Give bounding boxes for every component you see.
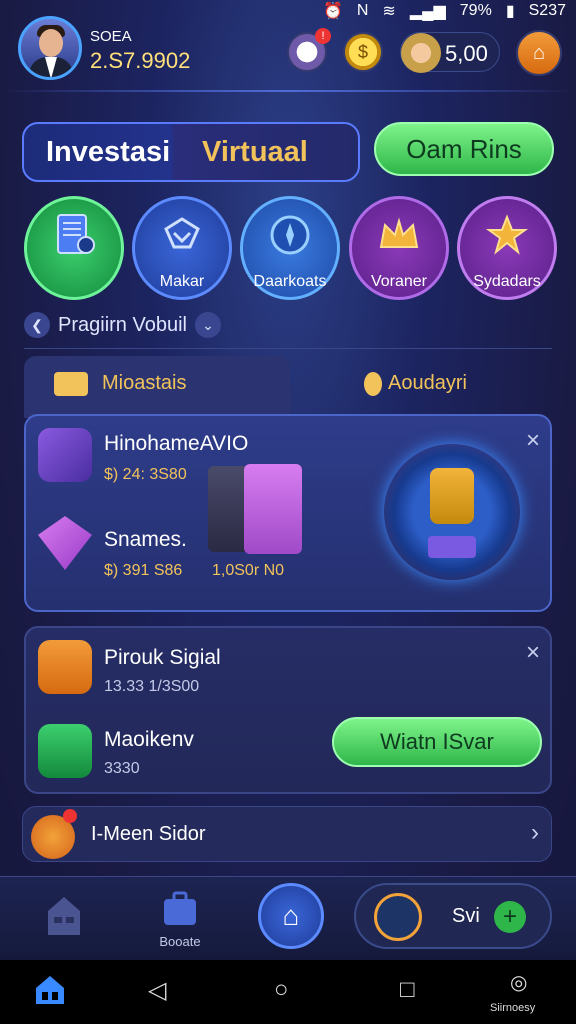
category-label: Sydadars xyxy=(473,273,541,290)
top-header: SOEA 2.S7.9902 ! $ 5,00 ⌂ xyxy=(0,14,576,90)
close-icon[interactable]: × xyxy=(522,641,544,665)
tab-label: Aoudayri xyxy=(388,372,467,394)
row-title: Pirouk Sigial xyxy=(104,646,221,669)
app-home-icon[interactable] xyxy=(34,974,66,1006)
avatar-face xyxy=(39,29,63,57)
user-name: SOEA xyxy=(90,28,132,45)
nav-pill-text: Svi xyxy=(452,905,480,927)
assistant-icon[interactable]: ◎ xyxy=(510,970,527,995)
category-makar[interactable]: Makar xyxy=(132,196,232,300)
chevron-down-icon[interactable]: ⌄ xyxy=(194,312,221,338)
home-circle-icon[interactable]: ○ xyxy=(274,976,289,1004)
menu-row[interactable]: I-Meen Sidor › xyxy=(22,806,552,862)
notification-badge: ! xyxy=(315,28,331,44)
coin-icon[interactable]: $ xyxy=(343,32,383,72)
back-icon[interactable]: ❮ xyxy=(24,312,50,338)
card-box-icon xyxy=(244,464,302,554)
title-right: Virtuaal xyxy=(202,136,308,168)
category-documents[interactable] xyxy=(24,196,124,300)
shield-icon xyxy=(364,372,382,396)
row-title: Maoikenv xyxy=(104,728,194,751)
user-balance: 2.S7.9902 xyxy=(90,48,191,73)
row-value-secondary: 1,0S0r N0 xyxy=(212,562,285,579)
row-value: $) 391 S86 xyxy=(104,562,183,579)
category-label: Daarkoats xyxy=(253,273,327,290)
sub-nav-label: Pragiirn Vobuil xyxy=(58,313,187,336)
header-divider xyxy=(0,90,576,92)
crown-icon xyxy=(379,217,419,248)
gem-icon xyxy=(38,516,92,570)
friend-avatar-icon[interactable]: ! xyxy=(287,28,331,72)
top-green-button[interactable]: Oam Rins xyxy=(374,122,554,176)
recents-square-icon[interactable]: □ xyxy=(400,976,415,1004)
tab-label: Mioastais xyxy=(102,372,187,394)
tab-aoudayri[interactable]: Aoudayri xyxy=(290,356,552,412)
close-icon[interactable]: × xyxy=(522,429,544,453)
row-title: HinohameAVIO xyxy=(104,432,249,455)
menu-label: I-Meen Sidor xyxy=(91,823,206,845)
ticket-icon xyxy=(54,372,88,396)
signal-card: × Pirouk Sigial 13.33 1/3S00 Maoikenv 33… xyxy=(24,626,552,794)
rocket-doc-icon xyxy=(38,428,92,482)
category-voraner[interactable]: Voraner xyxy=(349,196,449,300)
currency-avatar-icon xyxy=(401,33,441,73)
watch-button[interactable]: Wiatn ISvar xyxy=(332,717,542,767)
row-value: 13.33 1/3S00 xyxy=(104,678,200,695)
nav-pill[interactable]: Svi + xyxy=(354,883,552,949)
row-title: Snames. xyxy=(104,528,187,551)
compass-icon xyxy=(270,215,310,255)
back-triangle-icon[interactable]: ◁ xyxy=(148,976,166,1005)
category-sydadars[interactable]: Sydadars xyxy=(457,196,557,300)
star-icon xyxy=(485,214,529,255)
category-label: Voraner xyxy=(370,273,428,290)
home-icon[interactable]: ⌂ xyxy=(258,883,324,949)
category-daarkoats[interactable]: Daarkoats xyxy=(240,196,340,300)
title-left: Investasi xyxy=(46,136,171,168)
bottom-nav: Booate ⌂ Svi + xyxy=(0,876,576,960)
nav-home[interactable] xyxy=(44,891,84,942)
briefcase-icon xyxy=(164,891,196,925)
row-value: $) 24: 3S80 xyxy=(104,466,187,483)
chevron-right-icon: › xyxy=(531,819,539,846)
tool-icon xyxy=(374,893,422,941)
category-label: Makar xyxy=(159,273,205,290)
title-tab[interactable]: Investasi Virtuaal xyxy=(22,122,360,182)
signal-icon xyxy=(38,640,92,694)
shield-check-icon xyxy=(38,724,92,778)
home-shop-icon[interactable]: ⌂ xyxy=(516,30,562,76)
portal-character xyxy=(430,468,474,524)
portal-avatar-icon xyxy=(384,444,520,580)
tab-row: Mioastais Aoudayri xyxy=(24,356,552,418)
currency-balance-value: 5,00 xyxy=(445,41,488,66)
nav-label: Booate xyxy=(159,934,201,949)
building-icon xyxy=(48,897,80,935)
system-nav: ◁ ○ □ ◎ Siirnoesy xyxy=(0,960,576,1024)
notification-badge xyxy=(63,809,77,823)
system-nav-label: Siirnoesy xyxy=(490,1002,536,1014)
currency-balance[interactable]: 5,00 xyxy=(400,32,500,73)
row-value: 3330 xyxy=(104,760,140,777)
tab-mioastais[interactable]: Mioastais xyxy=(24,356,290,418)
document-icon xyxy=(57,214,95,254)
sub-nav[interactable]: ❮ Pragiirn Vobuil ⌄ xyxy=(24,312,221,338)
handshake-icon xyxy=(164,217,200,249)
portal-laptop xyxy=(428,536,476,558)
plus-icon[interactable]: + xyxy=(494,901,526,933)
sub-divider xyxy=(24,348,552,349)
avatar[interactable] xyxy=(18,16,82,80)
nav-boost[interactable]: Booate xyxy=(150,889,210,949)
